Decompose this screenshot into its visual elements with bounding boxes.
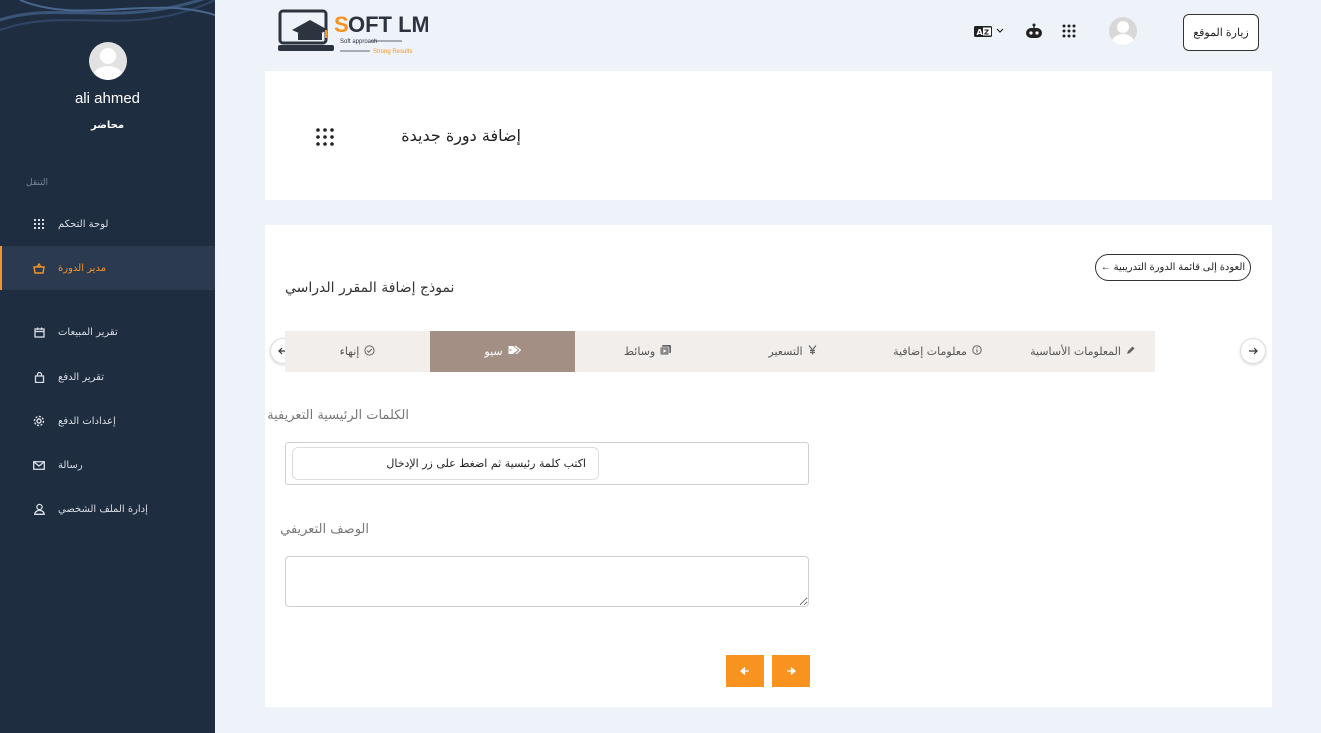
user-avatar[interactable] bbox=[89, 42, 127, 80]
pen-icon bbox=[1126, 345, 1135, 358]
yen-icon bbox=[808, 345, 817, 358]
nav-heading: التنقل bbox=[26, 178, 49, 188]
sidebar-item-payment-settings[interactable]: إعدادات الدفع bbox=[0, 399, 215, 443]
bag-icon bbox=[32, 370, 46, 384]
language-switcher[interactable]: A Z bbox=[972, 22, 1006, 40]
description-label: الوصف التعريفي bbox=[280, 522, 369, 537]
logo-tagline-2: Strong Results bbox=[373, 49, 412, 55]
tab-media[interactable]: وسائط bbox=[575, 331, 720, 372]
keywords-input[interactable] bbox=[292, 447, 599, 480]
tab-label: التسعير bbox=[768, 345, 803, 358]
grid-icon bbox=[316, 128, 334, 150]
basket-icon bbox=[32, 261, 46, 275]
settings-icon bbox=[32, 414, 46, 428]
sidebar-item-label: مدير الدورة bbox=[58, 262, 107, 274]
soft-lms-logo[interactable]: S OFT LMS Soft approach Strong Results bbox=[278, 8, 428, 56]
user-name: ali ahmed bbox=[74, 90, 141, 107]
keywords-label: الكلمات الرئيسية التعريفية bbox=[267, 408, 409, 423]
sidebar-item-label: تقرير المبيعات bbox=[58, 326, 118, 338]
sidebar-item-label: رسالة bbox=[58, 459, 83, 471]
description-textarea[interactable] bbox=[285, 556, 809, 607]
apps-grid-icon[interactable] bbox=[1060, 22, 1078, 40]
tab-pricing[interactable]: التسعير bbox=[720, 331, 865, 372]
logo-tagline-1: Soft approach bbox=[340, 39, 377, 45]
tab-label: سيو bbox=[484, 345, 503, 358]
form-title: نموذج إضافة المقرر الدراسي bbox=[285, 280, 455, 296]
svg-text:S: S bbox=[334, 12, 349, 37]
sidebar-item-label: تقرير الدفع bbox=[58, 371, 105, 383]
sidebar-item-label: إدارة الملف الشخصي bbox=[58, 503, 148, 515]
back-to-courses-button[interactable]: العودة إلى قائمة الدورة التدريبية ← bbox=[1095, 254, 1251, 281]
tags-icon bbox=[508, 345, 521, 358]
visit-site-button[interactable]: زيارة الموقع bbox=[1183, 14, 1259, 51]
tab-label: إنهاء bbox=[339, 345, 360, 358]
tab-label: معلومات إضافية bbox=[893, 345, 967, 358]
arrow-left-icon bbox=[740, 667, 749, 675]
tab-label: المعلومات الأساسية bbox=[1030, 345, 1121, 358]
tabs-next-button[interactable] bbox=[1240, 338, 1266, 364]
user-icon bbox=[32, 502, 46, 516]
arrow-right-icon bbox=[787, 667, 796, 675]
sidebar-item-label: إعدادات الدفع bbox=[58, 415, 116, 427]
info-icon bbox=[972, 345, 982, 358]
user-role: محاضر bbox=[90, 120, 125, 131]
next-step-button[interactable] bbox=[772, 655, 810, 687]
sidebar-item-profile[interactable]: إدارة الملف الشخصي bbox=[0, 487, 215, 531]
mail-icon bbox=[32, 458, 46, 472]
arrow-right-icon bbox=[1249, 347, 1258, 355]
logo-text: OFT LMS bbox=[348, 12, 428, 37]
tab-basic-info[interactable]: المعلومات الأساسية bbox=[1010, 331, 1155, 372]
sidebar: ali ahmed محاضر التنقل لوحة التحكم مدير … bbox=[0, 0, 215, 733]
tab-finish[interactable]: إنهاء bbox=[285, 331, 430, 372]
media-icon bbox=[659, 345, 672, 358]
svg-text:A: A bbox=[977, 28, 984, 37]
tab-label: وسائط bbox=[623, 345, 656, 358]
robot-icon[interactable] bbox=[1024, 22, 1044, 40]
tab-seo[interactable]: سيو bbox=[430, 331, 575, 372]
page-title: إضافة دورة جديدة bbox=[401, 126, 521, 145]
previous-step-button[interactable] bbox=[726, 655, 764, 687]
calendar-icon bbox=[32, 325, 46, 339]
tab-extra-info[interactable]: معلومات إضافية bbox=[865, 331, 1010, 372]
grid-icon bbox=[32, 217, 46, 231]
sidebar-item-messages[interactable]: رسالة bbox=[0, 443, 215, 487]
sidebar-item-course-manager[interactable]: مدير الدورة bbox=[0, 246, 215, 290]
form-tabs: المعلومات الأساسية معلومات إضافية التسعي… bbox=[285, 331, 1155, 372]
sidebar-item-payment-report[interactable]: تقرير الدفع bbox=[0, 355, 215, 399]
sidebar-item-dashboard[interactable]: لوحة التحكم bbox=[0, 202, 215, 246]
sidebar-item-label: لوحة التحكم bbox=[58, 218, 109, 230]
sidebar-item-sales-report[interactable]: تقرير المبيعات bbox=[0, 310, 215, 354]
check-circle-icon bbox=[364, 344, 375, 359]
svg-text:Z: Z bbox=[984, 29, 989, 37]
translate-icon: A Z bbox=[974, 26, 1004, 37]
header-user-avatar[interactable] bbox=[1109, 17, 1137, 45]
